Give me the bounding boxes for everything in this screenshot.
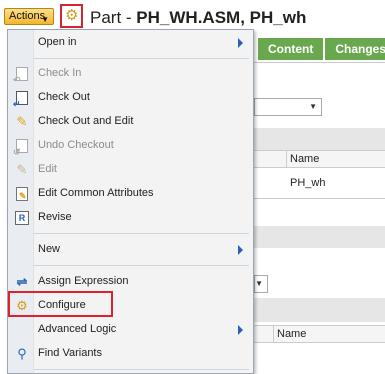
menu-item-new[interactable]: New bbox=[8, 238, 253, 262]
tab-bar: Content Changes bbox=[258, 38, 385, 60]
menu-item-label: New bbox=[38, 243, 61, 255]
actions-menu: Open in ↶ Check In ↵ Check Out ✎ Check O… bbox=[7, 29, 254, 374]
chevron-down-icon: ▼ bbox=[41, 15, 49, 24]
column-header-name[interactable]: Name bbox=[290, 153, 319, 165]
menu-item-label: Check Out bbox=[38, 91, 90, 103]
section-band bbox=[254, 298, 385, 322]
menu-separator bbox=[34, 233, 249, 234]
title-prefix: Part - bbox=[90, 8, 137, 27]
submenu-arrow-icon bbox=[238, 245, 243, 255]
undo-checkout-icon: ↺ bbox=[13, 138, 30, 157]
menu-item-label: Revise bbox=[38, 211, 72, 223]
title-bold: PH_WH.ASM, PH bbox=[136, 8, 274, 27]
column-header-name-2[interactable]: Name bbox=[277, 328, 306, 340]
menu-item-label: Edit bbox=[38, 163, 57, 175]
menu-item-check-out[interactable]: ↵ Check Out bbox=[8, 86, 253, 110]
menu-item-advanced-logic[interactable]: Advanced Logic bbox=[8, 318, 253, 342]
pencil-icon: ✎ bbox=[16, 114, 28, 129]
submenu-arrow-icon bbox=[238, 325, 243, 335]
configure-icon-button[interactable]: ⚙ bbox=[60, 4, 83, 28]
menu-item-label: Open in bbox=[38, 36, 77, 48]
actions-label: Actions bbox=[9, 10, 46, 22]
menu-separator bbox=[34, 58, 249, 59]
menu-item-label: Check In bbox=[38, 67, 82, 79]
column-separator bbox=[273, 325, 274, 343]
check-in-icon: ↶ bbox=[13, 66, 30, 85]
menu-separator bbox=[34, 369, 249, 370]
search-icon: ⚲ bbox=[17, 346, 27, 361]
gear-icon: ⚙ bbox=[65, 7, 79, 24]
menu-item-label: Edit Common Attributes bbox=[38, 187, 154, 199]
pencil-icon: ✎ bbox=[16, 162, 28, 177]
revise-icon: R bbox=[14, 210, 30, 226]
assign-expression-icon: ⇌ bbox=[16, 274, 28, 289]
tab-content[interactable]: Content bbox=[258, 38, 324, 60]
configure-highlight bbox=[8, 291, 113, 317]
menu-item-check-in[interactable]: ↶ Check In bbox=[8, 62, 253, 86]
page-title: Part - PH_WH.ASM, PH_wh bbox=[90, 8, 306, 28]
column-separator bbox=[286, 150, 287, 168]
menu-item-edit-common-attributes[interactable]: ✎ Edit Common Attributes bbox=[8, 182, 253, 206]
section-band bbox=[254, 226, 385, 248]
view-select-2[interactable]: ▼ bbox=[254, 275, 268, 293]
menu-item-revise[interactable]: R Revise bbox=[8, 206, 253, 230]
tab-changes[interactable]: Changes bbox=[325, 38, 385, 60]
divider bbox=[254, 198, 385, 199]
menu-item-label: Undo Checkout bbox=[38, 139, 114, 151]
view-select[interactable]: ▼ bbox=[254, 98, 322, 116]
menu-item-undo-checkout[interactable]: ↺ Undo Checkout bbox=[8, 134, 253, 158]
menu-item-label: Advanced Logic bbox=[38, 323, 117, 335]
submenu-arrow-icon bbox=[238, 38, 243, 48]
divider bbox=[254, 62, 385, 63]
menu-item-label: Assign Expression bbox=[38, 275, 129, 287]
menu-item-label: Find Variants bbox=[38, 347, 102, 359]
table-header bbox=[254, 150, 385, 168]
actions-button[interactable]: Actions ▼ bbox=[4, 8, 54, 25]
section-band bbox=[254, 128, 385, 150]
menu-item-edit[interactable]: ✎ Edit bbox=[8, 158, 253, 182]
edit-attributes-icon: ✎ bbox=[14, 186, 30, 202]
menu-item-label: Check Out and Edit bbox=[38, 115, 134, 127]
table-cell-name[interactable]: PH_wh bbox=[290, 177, 325, 189]
check-out-icon: ↵ bbox=[13, 90, 30, 109]
menu-item-check-out-and-edit[interactable]: ✎ Check Out and Edit bbox=[8, 110, 253, 134]
title-suffix: _wh bbox=[273, 8, 307, 27]
menu-item-find-variants[interactable]: ⚲ Find Variants bbox=[8, 342, 253, 366]
menu-item-open-in[interactable]: Open in bbox=[8, 31, 253, 55]
menu-separator bbox=[34, 265, 249, 266]
